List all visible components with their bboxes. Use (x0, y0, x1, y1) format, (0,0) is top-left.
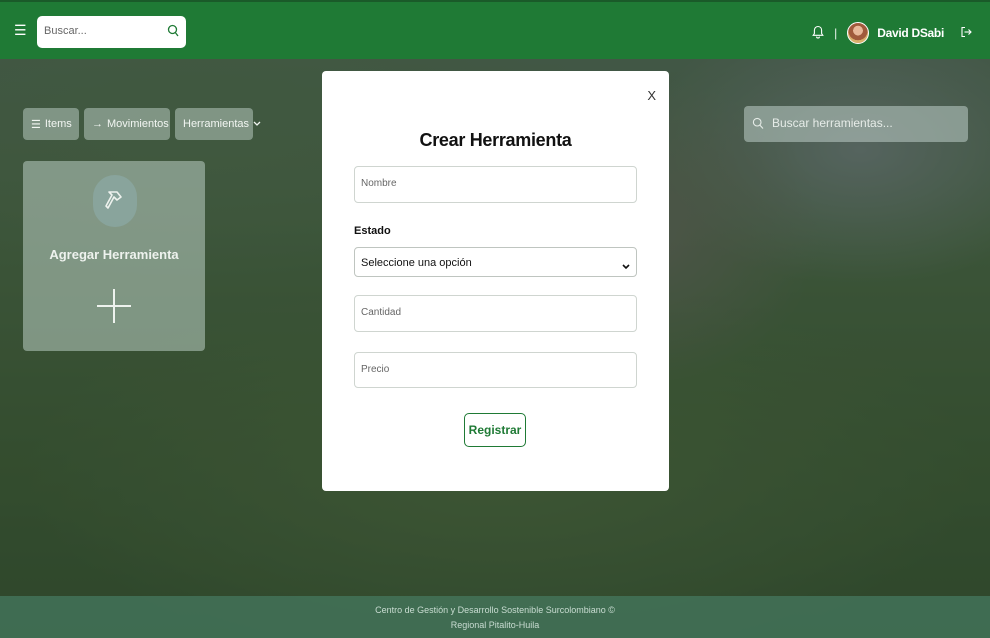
modal-title: Crear Herramienta (419, 130, 572, 150)
footer: Centro de Gestión y Desarrollo Sostenibl… (0, 596, 990, 638)
top-navbar: ☰ | David DSabi (0, 0, 990, 59)
precio-input[interactable] (361, 364, 621, 375)
add-tool-card[interactable]: Agregar Herramienta (23, 161, 205, 351)
close-icon[interactable]: X (647, 88, 656, 103)
estado-select[interactable]: Seleccione una opción (354, 247, 637, 277)
cantidad-input[interactable] (361, 307, 621, 318)
plus-icon[interactable] (97, 289, 131, 323)
register-button[interactable]: Registrar (464, 413, 526, 447)
logout-icon[interactable] (960, 26, 972, 41)
herramientas-dropdown-label: Herramientas (183, 118, 250, 130)
chevron-down-icon (622, 257, 630, 275)
user-nav: | David DSabi (812, 20, 972, 46)
add-tool-title: Agregar Herramienta (49, 247, 179, 262)
tab-items[interactable]: ☰ Items (23, 108, 79, 140)
avatar[interactable] (847, 22, 870, 44)
tab-movimientos-label: Movimientos (107, 118, 169, 130)
menu-icon[interactable]: ☰ (14, 23, 27, 37)
header-search (37, 16, 186, 48)
user-name[interactable]: David DSabi (877, 26, 944, 40)
tools-search (744, 106, 968, 142)
header-search-input[interactable] (44, 25, 159, 37)
estado-selected-value: Seleccione una opción (361, 257, 472, 269)
tools-search-input[interactable] (772, 116, 957, 130)
arrow-right-icon: → (92, 118, 103, 130)
list-icon: ☰ (31, 118, 41, 131)
create-tool-modal: X Crear Herramienta Estado Seleccione un… (322, 71, 669, 491)
estado-label: Estado (354, 225, 391, 237)
nombre-input[interactable] (361, 178, 621, 189)
precio-field[interactable] (354, 352, 637, 388)
tab-movimientos[interactable]: → Movimientos (84, 108, 170, 140)
nombre-field[interactable] (354, 166, 637, 203)
hammer-icon (93, 175, 137, 227)
bell-icon[interactable] (812, 25, 824, 42)
cantidad-field[interactable] (354, 295, 637, 332)
search-icon (752, 117, 764, 135)
footer-line-2: Regional Pitalito-Huila (450, 620, 540, 630)
footer-line-1: Centro de Gestión y Desarrollo Sostenibl… (375, 605, 615, 615)
nav-separator: | (834, 26, 838, 40)
tab-items-label: Items (44, 118, 72, 130)
herramientas-dropdown[interactable]: Herramientas (175, 108, 261, 140)
search-icon[interactable] (167, 24, 179, 43)
chevron-down-icon (253, 119, 261, 129)
